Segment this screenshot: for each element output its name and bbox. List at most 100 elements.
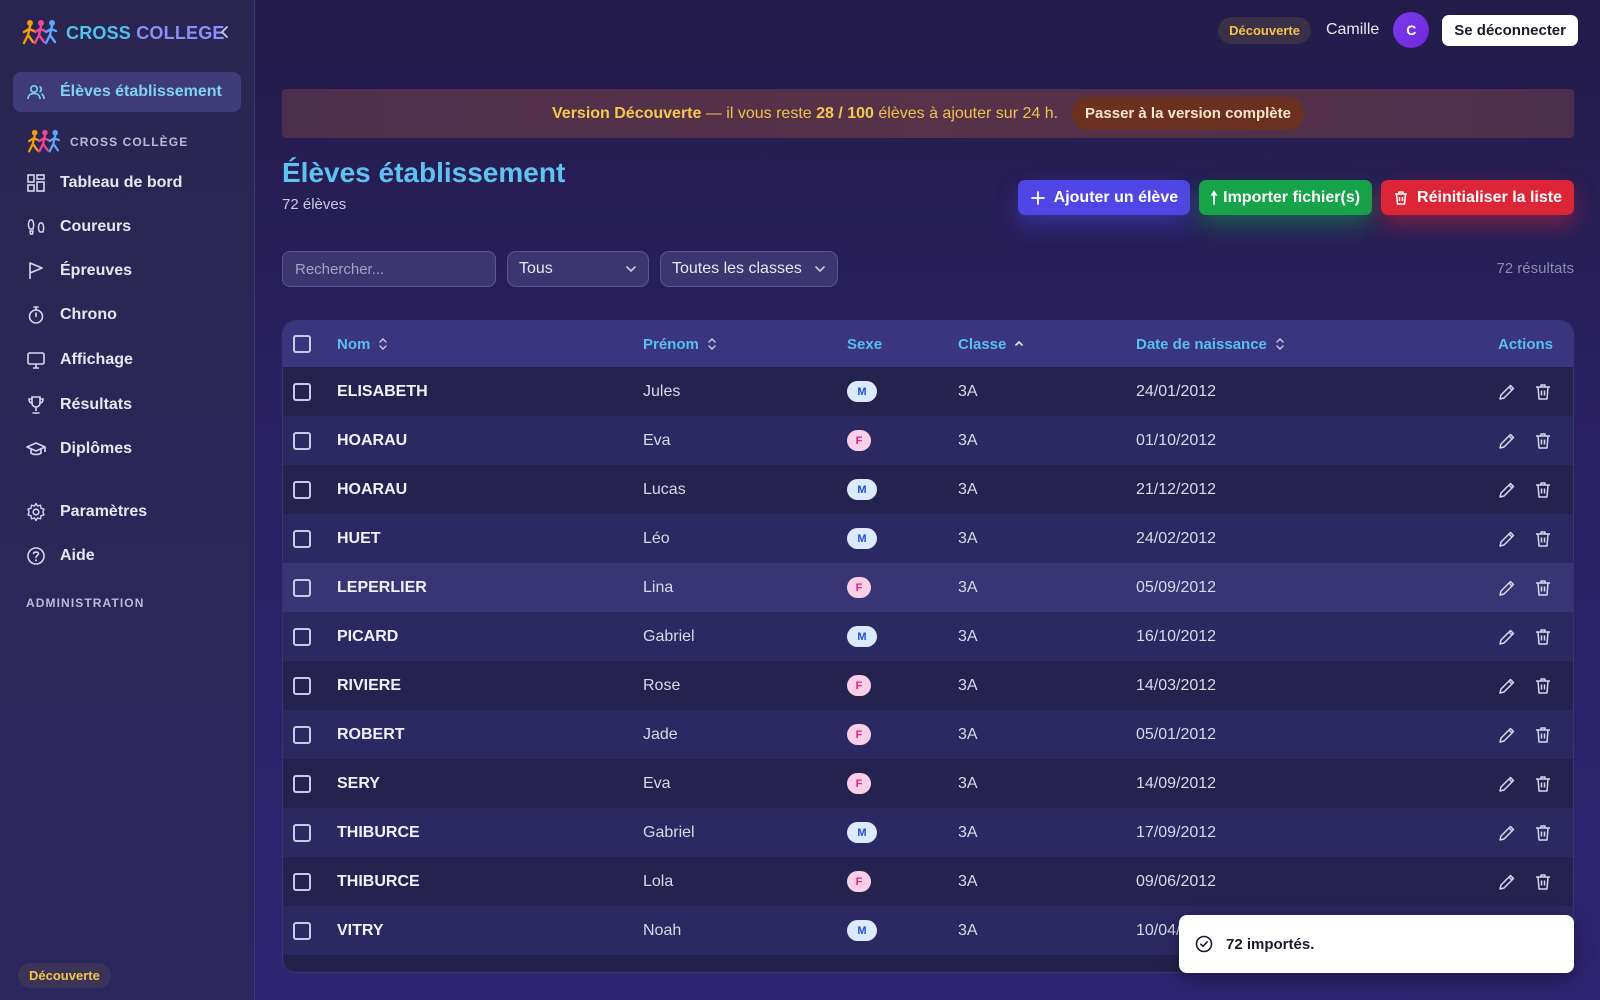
- sidebar: CROSS COLLEGE Élèves établissement CROSS…: [0, 0, 255, 1000]
- class-filter-value: Toutes les classes: [672, 260, 802, 277]
- edit-icon[interactable]: [1497, 382, 1517, 402]
- reset-list-button[interactable]: Réinitialiser la liste: [1381, 180, 1574, 215]
- edit-icon[interactable]: [1497, 578, 1517, 598]
- delete-icon[interactable]: [1533, 627, 1553, 647]
- table-row[interactable]: HOARAU Lucas M 3A 21/12/2012: [283, 465, 1573, 514]
- sidebar-item-aide[interactable]: Aide: [26, 541, 95, 571]
- search-input[interactable]: [282, 251, 496, 287]
- delete-icon[interactable]: [1533, 480, 1553, 500]
- plan-badge: Découverte: [1218, 16, 1311, 44]
- sex-filter-select[interactable]: Tous: [507, 251, 649, 287]
- table-row[interactable]: SERY Eva F 3A 14/09/2012: [283, 759, 1573, 808]
- row-checkbox[interactable]: [293, 431, 311, 450]
- plan-badge: Découverte: [18, 963, 111, 988]
- edit-icon[interactable]: [1497, 823, 1517, 843]
- class-filter-select[interactable]: Toutes les classes: [660, 251, 838, 287]
- cell-classe: 3A: [958, 774, 978, 792]
- row-checkbox[interactable]: [293, 823, 311, 842]
- edit-icon[interactable]: [1497, 676, 1517, 696]
- row-checkbox[interactable]: [293, 382, 311, 401]
- cell-nom: PICARD: [337, 627, 399, 645]
- cell-sexe: M: [847, 626, 877, 647]
- edit-icon[interactable]: [1497, 774, 1517, 794]
- table-row[interactable]: PICARD Gabriel M 3A 16/10/2012: [283, 612, 1573, 661]
- collapse-sidebar-button[interactable]: [213, 20, 237, 44]
- delete-icon[interactable]: [1533, 872, 1553, 892]
- edit-icon[interactable]: [1497, 627, 1517, 647]
- table-row[interactable]: THIBURCE Lola F 3A 09/06/2012: [283, 857, 1573, 906]
- select-all-checkbox[interactable]: [293, 335, 311, 353]
- sidebar-item-parametres[interactable]: Paramètres: [26, 497, 147, 527]
- delete-icon[interactable]: [1533, 725, 1553, 745]
- delete-icon[interactable]: [1533, 676, 1553, 696]
- cell-prenom: Gabriel: [643, 627, 695, 645]
- row-checkbox[interactable]: [293, 872, 311, 891]
- sidebar-item-eleves[interactable]: Élèves établissement: [13, 72, 241, 112]
- row-checkbox[interactable]: [293, 725, 311, 744]
- stopwatch-icon: [26, 305, 46, 325]
- filters-bar: Tous Toutes les classes: [282, 251, 838, 287]
- sex-badge: M: [847, 381, 877, 402]
- column-header-nom[interactable]: Nom: [337, 336, 389, 353]
- delete-icon[interactable]: [1533, 431, 1553, 451]
- import-files-button[interactable]: Importer fichier(s): [1199, 180, 1373, 215]
- cell-prenom: Eva: [643, 431, 671, 449]
- row-checkbox[interactable]: [293, 480, 311, 499]
- upgrade-button[interactable]: Passer à la version complète: [1072, 97, 1304, 130]
- dashboard-icon: [26, 173, 46, 193]
- sidebar-item-coureurs[interactable]: Coureurs: [26, 212, 131, 242]
- username: Camille: [1325, 21, 1380, 38]
- sidebar-item-diplomes[interactable]: Diplômes: [26, 434, 132, 464]
- cell-classe: 3A: [958, 823, 978, 841]
- edit-icon[interactable]: [1497, 480, 1517, 500]
- row-checkbox[interactable]: [293, 676, 311, 695]
- add-student-button[interactable]: Ajouter un élève: [1017, 180, 1191, 215]
- column-header-classe[interactable]: Classe: [958, 336, 1025, 353]
- sidebar-item-chrono[interactable]: Chrono: [26, 300, 117, 330]
- table-row[interactable]: RIVIERE Rose F 3A 14/03/2012: [283, 661, 1573, 710]
- cell-date: 21/12/2012: [1136, 480, 1217, 498]
- trophy-icon: [26, 395, 46, 415]
- users-icon: [26, 82, 46, 102]
- column-header-sexe: Sexe: [847, 335, 883, 353]
- sidebar-item-label: Diplômes: [60, 440, 133, 457]
- delete-icon[interactable]: [1533, 578, 1553, 598]
- column-header-prenom[interactable]: Prénom: [643, 336, 718, 353]
- chevron-down-icon: [625, 263, 637, 275]
- delete-icon[interactable]: [1533, 823, 1553, 843]
- brand[interactable]: CROSS COLLEGE: [22, 18, 237, 48]
- table-row[interactable]: HOARAU Eva F 3A 01/10/2012: [283, 416, 1573, 465]
- row-checkbox[interactable]: [293, 774, 311, 793]
- delete-icon[interactable]: [1533, 529, 1553, 549]
- brand-name: CROSS COLLEGE: [66, 22, 225, 43]
- row-checkbox[interactable]: [293, 529, 311, 548]
- row-actions: [1497, 529, 1553, 549]
- delete-icon[interactable]: [1533, 382, 1553, 402]
- sidebar-item-epreuves[interactable]: Épreuves: [26, 256, 132, 286]
- edit-icon[interactable]: [1497, 725, 1517, 745]
- sidebar-item-affichage[interactable]: Affichage: [26, 345, 133, 375]
- row-checkbox[interactable]: [293, 627, 311, 646]
- row-checkbox[interactable]: [293, 921, 311, 940]
- logout-button[interactable]: Se déconnecter: [1442, 14, 1578, 46]
- edit-icon[interactable]: [1497, 529, 1517, 549]
- table-row[interactable]: LEPERLIER Lina F 3A 05/09/2012: [283, 563, 1573, 612]
- gear-icon: [26, 502, 46, 522]
- sidebar-item-resultats[interactable]: Résultats: [26, 390, 132, 420]
- column-header-date[interactable]: Date de naissance: [1136, 336, 1286, 353]
- cell-date: 05/01/2012: [1136, 725, 1217, 743]
- delete-icon[interactable]: [1533, 774, 1553, 794]
- table-row[interactable]: HUET Léo M 3A 24/02/2012: [283, 514, 1573, 563]
- sidebar-item-tableau-de-bord[interactable]: Tableau de bord: [26, 168, 182, 198]
- avatar[interactable]: C: [1393, 12, 1430, 48]
- row-checkbox[interactable]: [293, 578, 311, 597]
- table-row[interactable]: ELISABETH Jules M 3A 24/01/2012: [283, 367, 1573, 416]
- table-row[interactable]: ROBERT Jade F 3A 05/01/2012: [283, 710, 1573, 759]
- cell-classe: 3A: [958, 431, 978, 449]
- edit-icon[interactable]: [1497, 872, 1517, 892]
- cell-sexe: M: [847, 381, 877, 402]
- cell-classe: 3A: [958, 627, 978, 645]
- sidebar-item-label: Chrono: [60, 306, 117, 323]
- table-row[interactable]: THIBURCE Gabriel M 3A 17/09/2012: [283, 808, 1573, 857]
- edit-icon[interactable]: [1497, 431, 1517, 451]
